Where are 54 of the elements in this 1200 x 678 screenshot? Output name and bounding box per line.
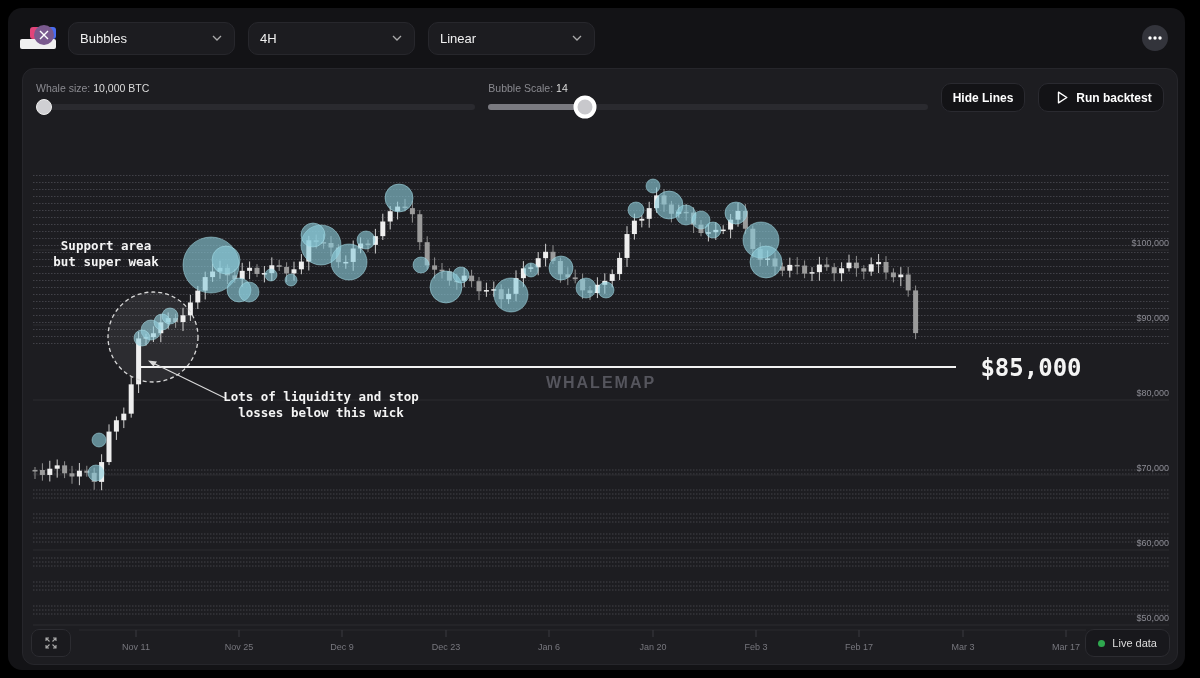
slider-label: Bubble Scale: 14 — [488, 82, 569, 96]
x-axis-label: Mar 3 — [951, 642, 975, 652]
whale-bubble — [264, 268, 278, 282]
more-icon — [1148, 36, 1162, 40]
play-icon — [1057, 91, 1069, 104]
fullscreen-button[interactable] — [31, 629, 71, 657]
x-axis-label: Feb 3 — [744, 642, 768, 652]
dropdown[interactable]: 4H — [248, 21, 415, 55]
chevron-down-icon — [212, 35, 222, 41]
slider[interactable] — [488, 95, 928, 119]
whale-bubble — [704, 221, 722, 239]
x-axis-label: Jan 20 — [639, 642, 667, 652]
whale-bubble — [575, 277, 597, 299]
x-axis-label: Dec 23 — [431, 642, 461, 652]
x-axis-label: Mar 17 — [1052, 642, 1080, 652]
whale-bubble — [87, 464, 105, 482]
x-axis-label: Jan 6 — [538, 642, 560, 652]
y-axis-label: $100,000 — [1131, 238, 1169, 248]
candle — [913, 285, 919, 340]
whale-bubble — [548, 255, 574, 281]
x-axis-label: Feb 17 — [845, 642, 873, 652]
chevron-down-icon — [572, 35, 582, 41]
toggle-button[interactable]: Hide Lines — [940, 83, 1026, 112]
y-axis-label: $90,000 — [1136, 313, 1169, 323]
price-label: $85,000 — [980, 354, 1082, 382]
x-axis-label: Dec 9 — [330, 642, 354, 652]
y-axis-label: $70,000 — [1136, 463, 1169, 473]
slider-thumb[interactable] — [36, 99, 52, 115]
y-axis-label: $60,000 — [1136, 538, 1169, 548]
close-button[interactable] — [34, 25, 54, 45]
y-axis-label: $80,000 — [1136, 388, 1169, 398]
dropdown[interactable]: Bubbles — [68, 21, 235, 55]
whale-bubble — [91, 432, 107, 448]
chart-watermark: WHALEMAP — [545, 374, 657, 391]
expand-icon — [45, 637, 57, 649]
whale-bubble — [675, 204, 697, 226]
whale-bubble — [627, 201, 645, 219]
whale-bubble — [749, 245, 783, 279]
whale-bubble — [597, 281, 615, 299]
live-data-button[interactable]: Live data — [1085, 629, 1170, 657]
close-icon — [39, 30, 49, 40]
more-button[interactable] — [1142, 25, 1168, 51]
x-axis-label: Nov 11 — [122, 642, 150, 652]
chevron-down-icon — [392, 35, 402, 41]
dropdown[interactable]: Linear — [428, 21, 595, 55]
whale-bubble — [284, 273, 298, 287]
run-button[interactable]: Run backtest — [1038, 83, 1164, 112]
whale-bubble — [691, 210, 711, 230]
chart-note: Lots of liquidity and stop losses below this wick — [223, 389, 419, 420]
slider-label: Whale size: 10,000 BTC — [36, 82, 151, 96]
whale-bubble — [384, 183, 414, 213]
y-axis-label: $50,000 — [1136, 613, 1169, 623]
x-axis-label: Nov 25 — [224, 642, 254, 652]
chart-note: Support area but super weak — [53, 238, 159, 269]
